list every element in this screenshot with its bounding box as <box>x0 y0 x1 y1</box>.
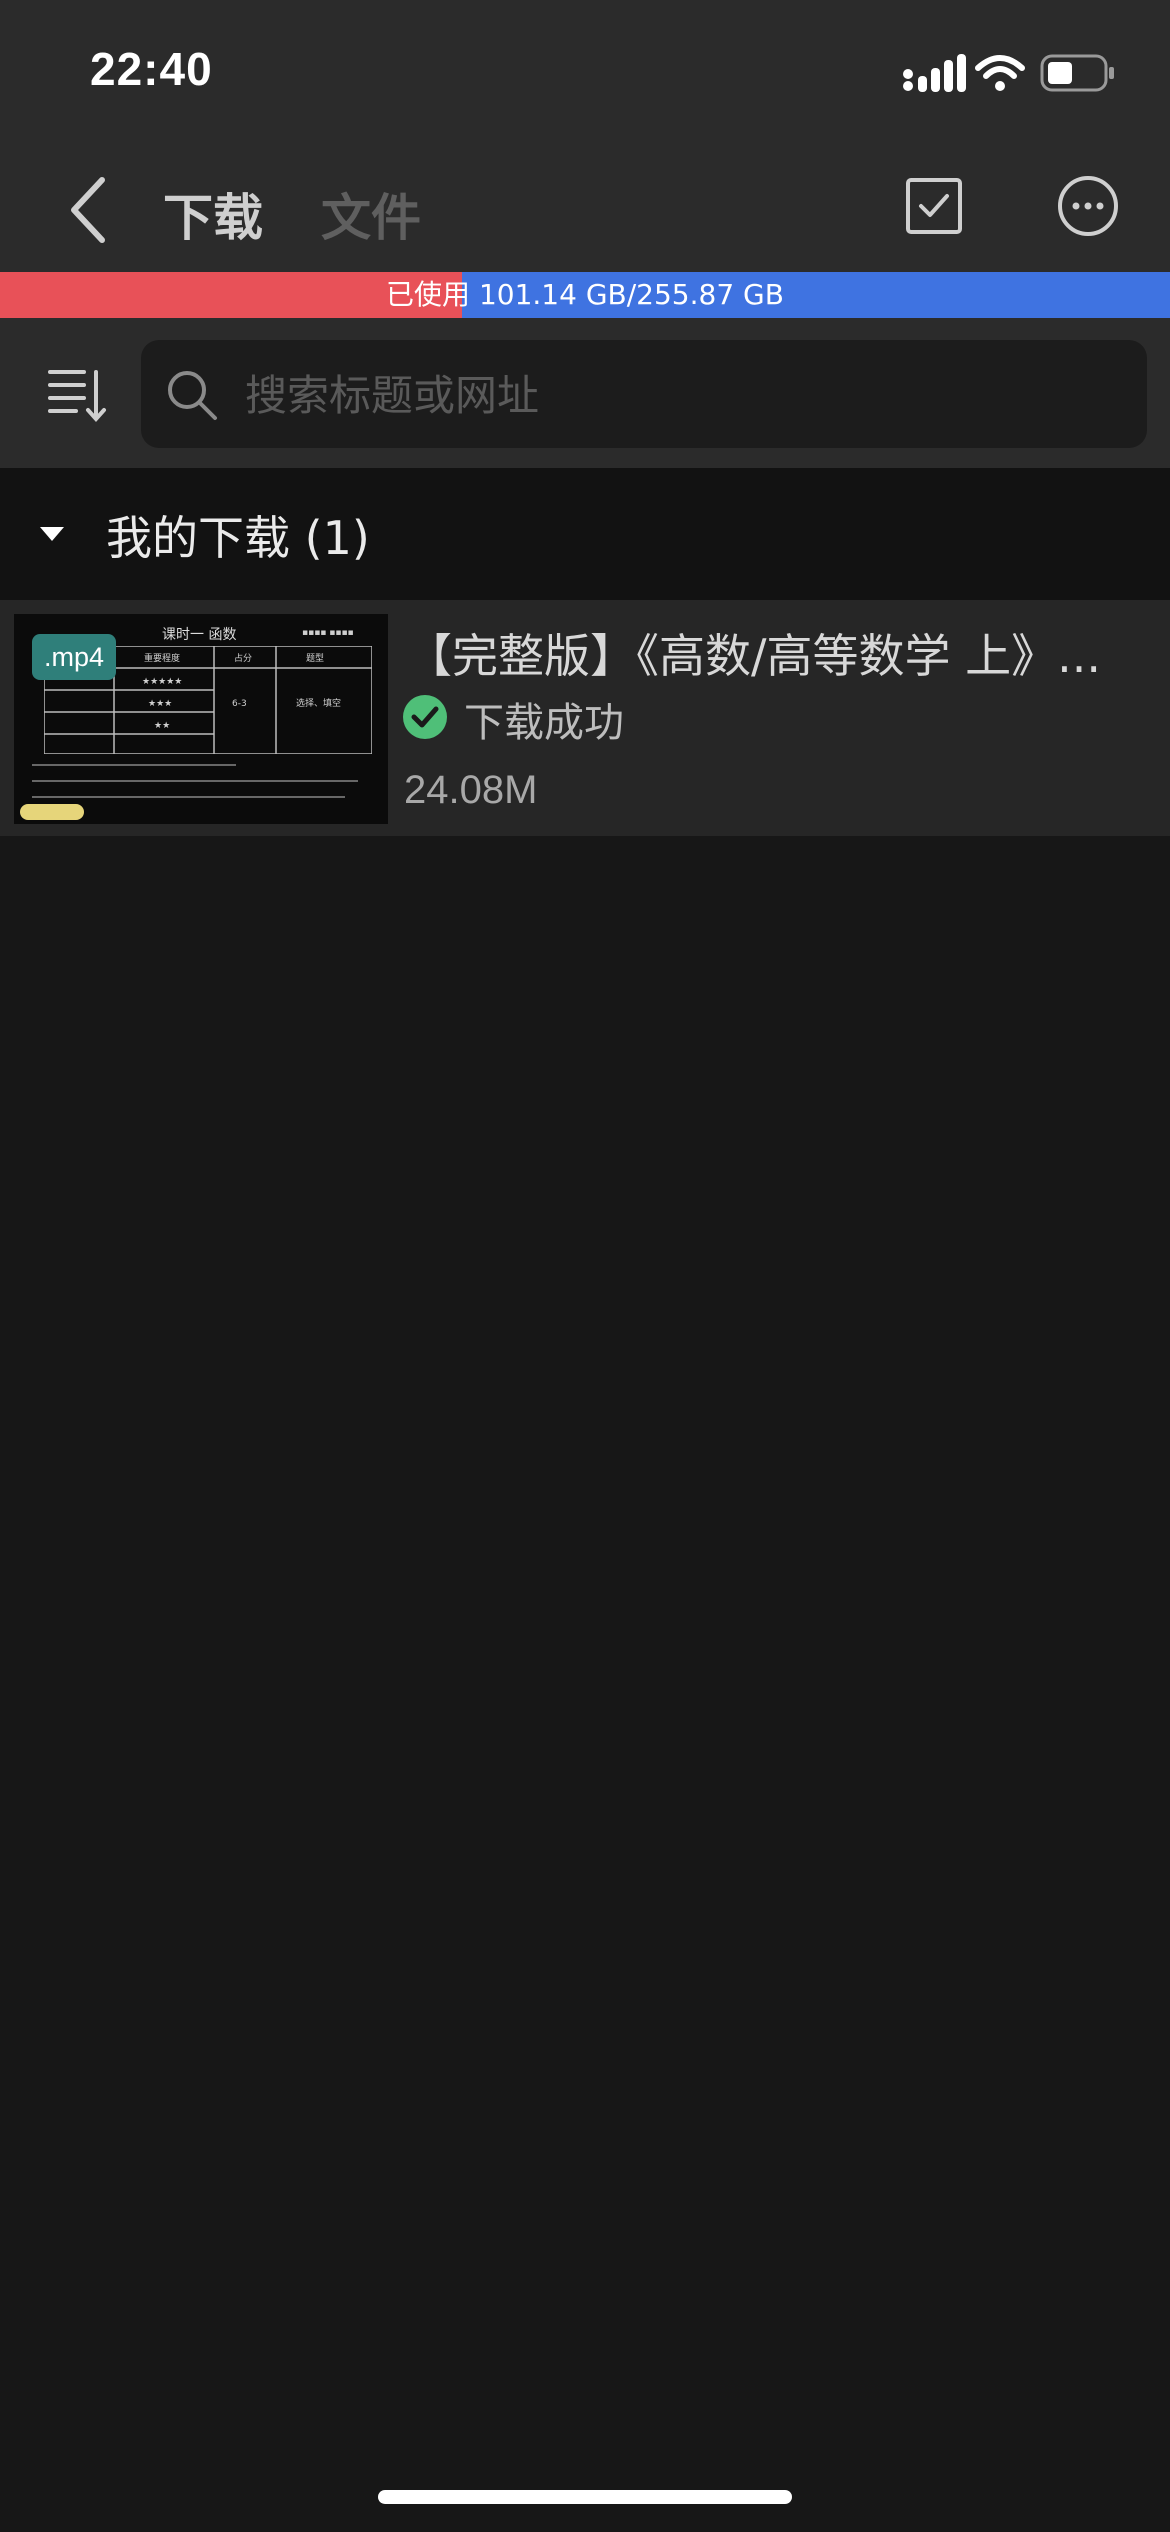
back-button[interactable] <box>60 170 120 250</box>
section-title: 我的下载 (1) <box>106 511 370 565</box>
storage-usage-bar: 已使用 101.14 GB/255.87 GB <box>0 272 1170 318</box>
more-dots-icon <box>1058 176 1118 236</box>
my-downloads-header[interactable]: 我的下载 (1) <box>0 468 1170 600</box>
svg-text:选择、填空: 选择、填空 <box>296 697 341 709</box>
video-thumbnail: 课时一 函数 ▪▪▪▪ ▪▪▪▪ 重要程度 占分 题型 ★★★★★ ★★★ ★★… <box>14 614 388 824</box>
select-mode-button[interactable] <box>904 176 964 236</box>
search-box[interactable] <box>141 340 1147 448</box>
svg-text:占分: 占分 <box>234 652 252 664</box>
thumbnail-text-lines <box>32 764 372 812</box>
tab-downloads[interactable]: 下载 <box>163 178 263 250</box>
thumbnail-watermark <box>20 804 84 820</box>
chevron-left-icon <box>71 177 105 243</box>
wifi-icon <box>975 55 1025 91</box>
status-icons <box>900 50 1120 98</box>
download-title: 【完整版】《高数/高等数学 上》... <box>406 629 1101 683</box>
checkbox-icon <box>906 178 962 234</box>
tab-files[interactable]: 文件 <box>321 178 421 250</box>
download-list-item[interactable]: 课时一 函数 ▪▪▪▪ ▪▪▪▪ 重要程度 占分 题型 ★★★★★ ★★★ ★★… <box>0 600 1170 836</box>
caret-down-icon <box>40 527 64 541</box>
more-options-button[interactable] <box>1056 174 1120 238</box>
svg-text:★★★★★: ★★★★★ <box>142 677 182 687</box>
download-status: 下载成功 <box>464 700 624 746</box>
storage-usage-label: 已使用 101.14 GB/255.87 GB <box>386 278 784 311</box>
svg-text:重要程度: 重要程度 <box>144 652 180 664</box>
search-icon <box>168 371 217 420</box>
battery-icon <box>1040 54 1114 92</box>
format-badge: .mp4 <box>32 634 117 680</box>
svg-text:★★★: ★★★ <box>148 699 172 709</box>
sort-button[interactable] <box>46 366 108 424</box>
search-input[interactable] <box>243 354 1127 436</box>
svg-text:题型: 题型 <box>306 653 324 664</box>
download-size: 24.08M <box>404 768 538 812</box>
success-check-icon <box>403 695 447 739</box>
svg-text:★★: ★★ <box>154 721 170 731</box>
sort-icon <box>48 370 106 423</box>
home-indicator[interactable] <box>378 2490 792 2504</box>
status-bar: 22:40 <box>0 0 1170 140</box>
nav-bar: 下载 文件 <box>0 140 1170 272</box>
toolbar <box>0 318 1170 468</box>
cellular-signal-icon <box>903 54 966 92</box>
svg-text:6-3: 6-3 <box>232 699 247 709</box>
status-time: 22:40 <box>90 43 213 95</box>
thumbnail-logo: ▪▪▪▪ ▪▪▪▪ <box>302 628 354 638</box>
thumbnail-heading: 课时一 函数 <box>162 627 237 643</box>
